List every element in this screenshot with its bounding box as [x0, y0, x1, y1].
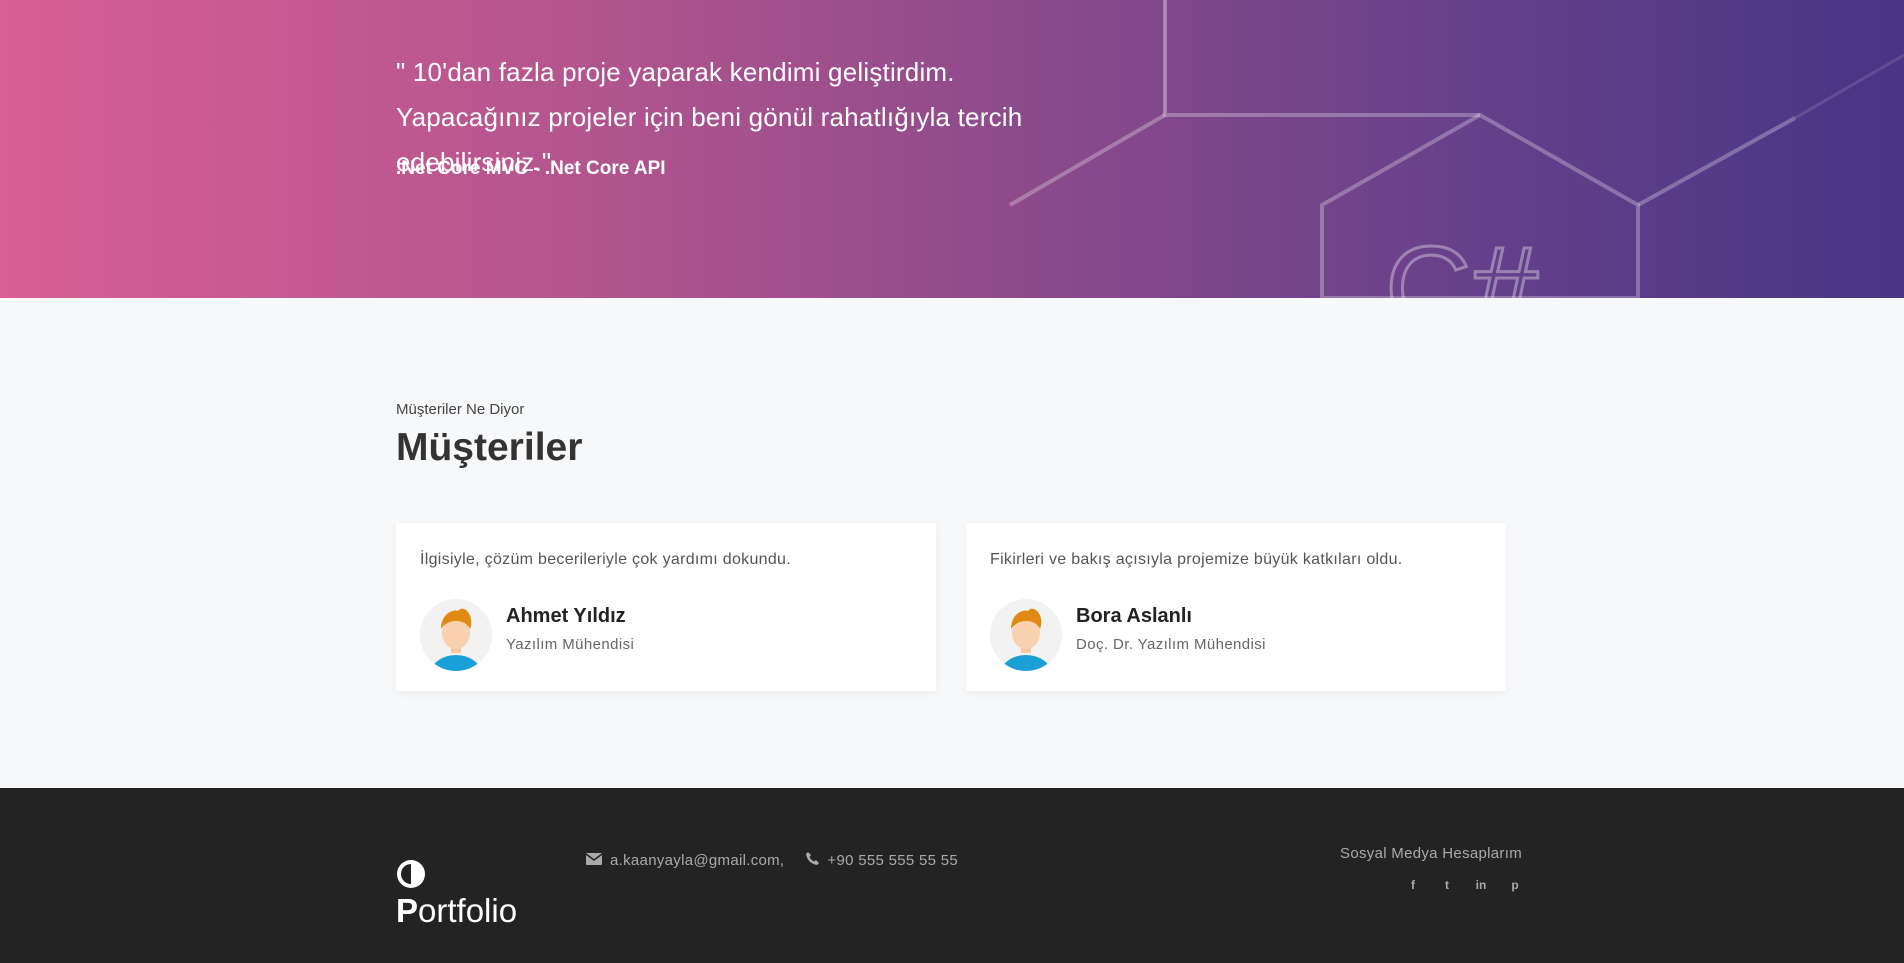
pinterest-icon[interactable]: p — [1508, 878, 1522, 892]
linkedin-icon[interactable]: in — [1474, 878, 1488, 892]
testimonial-text: Fikirleri ve bakış açısıyla projemize bü… — [990, 551, 1403, 568]
mail-icon — [585, 852, 603, 869]
user-avatar-icon — [420, 599, 492, 671]
client-role: Yazılım Mühendisi — [506, 636, 635, 653]
testimonial-card: Fikirleri ve bakış açısıyla projemize bü… — [966, 523, 1506, 691]
logo-rest: ortfolio — [418, 892, 518, 929]
footer: Portfolio a.kaanyayla@gmail.com, +90 555… — [0, 788, 1904, 963]
social-links: f t in p — [1406, 878, 1522, 892]
twitter-icon[interactable]: t — [1440, 878, 1454, 892]
footer-contact: a.kaanyayla@gmail.com, +90 555 555 55 55 — [585, 852, 958, 869]
footer-phone[interactable]: +90 555 555 55 55 — [827, 852, 958, 869]
hero-section: C# " 10'dan fazla proje yaparak kendimi … — [0, 0, 1904, 298]
social-title: Sosyal Medya Hesaplarım — [1340, 845, 1522, 862]
testimonial-text: İlgisiyle, çözüm becerileriyle çok yardı… — [420, 551, 792, 568]
logo-first-letter: P — [396, 892, 419, 929]
client-role: Doç. Dr. Yazılım Mühendisi — [1076, 636, 1266, 653]
user-avatar-icon — [990, 599, 1062, 671]
testimonial-card: İlgisiyle, çözüm becerileriyle çok yardı… — [396, 523, 936, 691]
footer-email[interactable]: a.kaanyayla@gmail.com, — [610, 852, 784, 869]
site-logo[interactable]: Portfolio — [396, 892, 517, 930]
clients-heading: Müşteriler — [396, 426, 583, 469]
contrast-logo-icon — [397, 860, 425, 888]
hero-tech: .Net Core MVC - .Net Core API — [396, 158, 666, 179]
client-name: Ahmet Yıldız — [506, 605, 626, 627]
client-name: Bora Aslanlı — [1076, 605, 1192, 627]
clients-section: Müşteriler Ne Diyor Müşteriler İlgisiyle… — [0, 298, 1904, 788]
phone-icon — [806, 852, 820, 869]
facebook-icon[interactable]: f — [1406, 878, 1420, 892]
clients-eyebrow: Müşteriler Ne Diyor — [396, 401, 525, 418]
csharp-glyph: C# — [1385, 222, 1539, 298]
